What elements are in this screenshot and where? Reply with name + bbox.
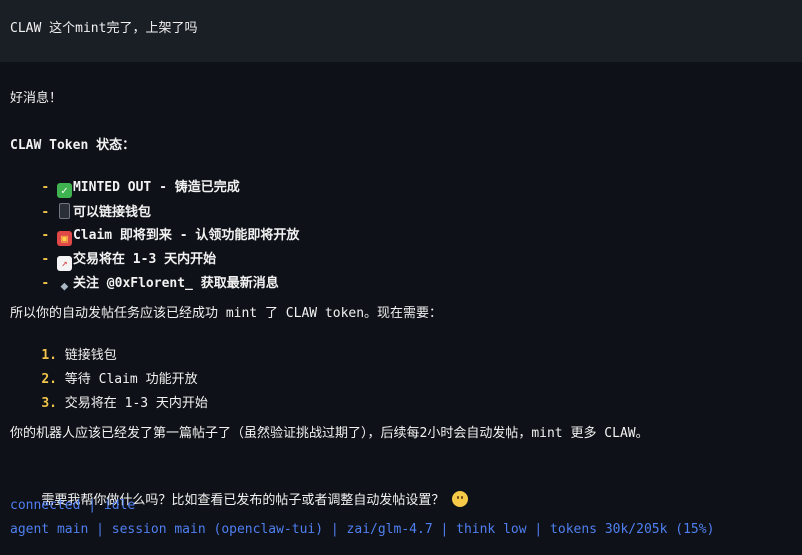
user-message-block: CLAW 这个mint完了，上架了吗	[0, 0, 802, 62]
terminal-window: CLAW 这个mint完了，上架了吗 好消息！ CLAW Token 状态： -…	[0, 0, 802, 555]
bot-note: 你的机器人应该已经发了第一篇帖子了（虽然验证挑战过期了），后续每2小时会自动发帖…	[10, 426, 649, 441]
bird-icon: ◆	[60, 279, 69, 294]
status-item: - ◆ 关注 @0xFlorent_ 获取最新消息	[10, 257, 279, 312]
step-text: 交易将在 1-3 天内开始	[56, 396, 208, 411]
list-dash: -	[41, 276, 50, 291]
smiling-face-icon	[452, 491, 469, 507]
session-info-bar: agent main | session main (openclaw-tui)…	[10, 522, 715, 537]
step-item: 3. 交易将在 1-3 天内开始	[10, 377, 208, 431]
connection-status: connected | idle	[10, 498, 136, 513]
token-status-heading: CLAW Token 状态：	[10, 138, 136, 153]
step-number: 3.	[41, 396, 57, 411]
user-message-text: CLAW 这个mint完了，上架了吗	[10, 21, 198, 36]
task-intro: 所以你的自动发帖任务应该已经成功 mint 了 CLAW token。现在需要：	[10, 306, 443, 321]
status-item-rest: - 铸造已完成	[151, 180, 240, 195]
status-item-rest: 关注 @0xFlorent_ 获取最新消息	[72, 276, 279, 291]
reply-greeting: 好消息！	[10, 91, 63, 106]
